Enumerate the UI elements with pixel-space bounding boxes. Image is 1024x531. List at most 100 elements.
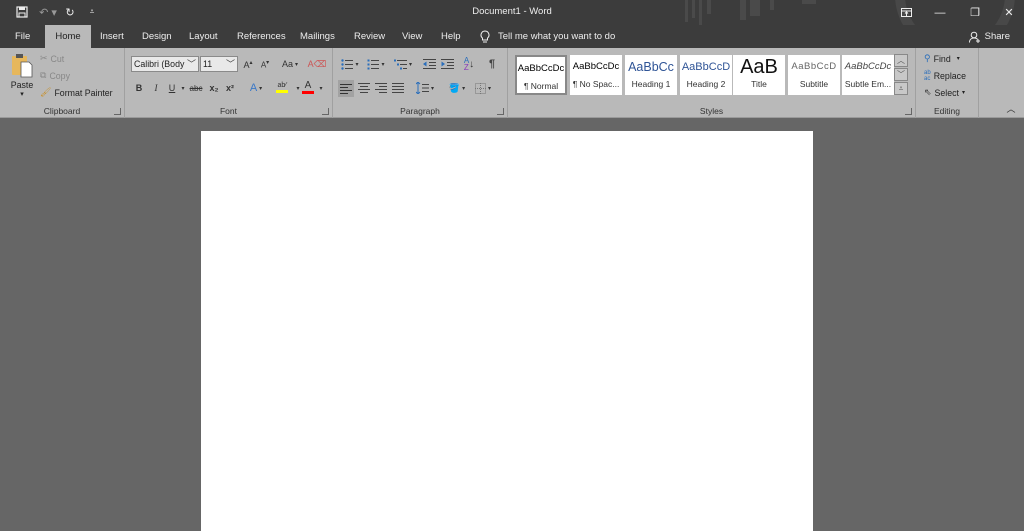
font-size-combo[interactable]: 11 ﹀ — [200, 56, 238, 72]
undo-button[interactable]: ↶ ▾ — [37, 4, 59, 20]
bullets-button[interactable]: ▾ — [339, 56, 361, 72]
replace-button[interactable]: ab ac Replace — [924, 70, 966, 82]
styles-group-label: Styles — [699, 106, 724, 116]
select-label: Select — [934, 87, 959, 98]
highlight-color-button[interactable]: ab⁄ — [271, 79, 293, 95]
font-name-combo[interactable]: Calibri (Body ﹀ — [131, 56, 199, 72]
format-painter-button[interactable]: 🖌 Format Painter — [40, 87, 113, 98]
customize-qat-button[interactable]: ⩡ — [84, 4, 100, 20]
tab-file[interactable]: File — [7, 25, 38, 48]
tell-me-search[interactable]: Tell me what you want to do — [480, 25, 615, 48]
show-formatting-marks-button[interactable]: ¶ — [485, 56, 499, 72]
align-center-button[interactable] — [356, 80, 372, 96]
style-sample: AaBbCcD — [791, 61, 837, 72]
more-icon: ⩡ — [898, 83, 904, 93]
align-left-button[interactable] — [338, 80, 354, 97]
restore-button[interactable]: ❐ — [958, 0, 992, 25]
grow-font-icon: A▴ — [243, 59, 253, 70]
styles-scroll-up-button[interactable]: ︿ — [894, 54, 908, 67]
cut-button[interactable]: ✂ Cut — [40, 53, 64, 64]
paste-dropdown-icon: ▾ — [20, 91, 24, 98]
undo-icon: ↶ ▾ — [39, 6, 57, 19]
style-sample: AaBbCcD — [681, 61, 731, 73]
decrease-indent-button[interactable] — [421, 56, 437, 72]
cut-label: Cut — [50, 53, 65, 64]
tab-review[interactable]: Review — [346, 25, 393, 48]
tab-mailings[interactable]: Mailings — [292, 25, 343, 48]
chevron-down-icon: ▾ — [956, 56, 960, 62]
style-sample: AaBbCc — [628, 60, 674, 74]
ribbon-display-options-button[interactable] — [889, 0, 923, 25]
change-case-button[interactable]: Aa ▾ — [277, 56, 303, 72]
italic-button[interactable]: I — [150, 80, 162, 96]
font-color-dropdown-icon[interactable]: ▾ — [318, 80, 324, 96]
clipboard-dialog-launcher-icon[interactable] — [114, 108, 121, 115]
style-subtitle[interactable]: AaBbCcD Subtitle — [788, 55, 840, 95]
tab-view[interactable]: View — [394, 25, 430, 48]
font-group: Calibri (Body ﹀ 11 ﹀ A▴ A▾ Aa ▾ A⌫ B I U … — [125, 48, 333, 118]
styles-dialog-launcher-icon[interactable] — [905, 108, 912, 115]
copy-button[interactable]: ⧉ Copy — [40, 70, 70, 81]
select-button[interactable]: ⇖ Select ▾ — [924, 87, 965, 98]
borders-button[interactable]: ▾ — [471, 80, 495, 96]
tab-help[interactable]: Help — [433, 25, 469, 48]
style-title[interactable]: AaB Title — [733, 55, 785, 95]
subscript-button[interactable]: x₂ — [207, 80, 221, 96]
paste-button[interactable]: Paste ▾ — [8, 52, 36, 102]
editing-group: ⚲ Find ▾ ab ac Replace ⇖ Select ▾ Editing — [916, 48, 979, 118]
document-title: Document1 - Word — [472, 6, 552, 17]
shrink-font-button[interactable]: A▾ — [258, 56, 272, 72]
font-color-button[interactable]: A — [297, 79, 319, 95]
minimize-button[interactable]: — — [923, 0, 957, 25]
style-no-spacing[interactable]: AaBbCcDc ¶ No Spac... — [570, 55, 622, 95]
tab-home[interactable]: Home — [45, 25, 91, 48]
style-name: Heading 2 — [686, 79, 726, 89]
font-dialog-launcher-icon[interactable] — [322, 108, 329, 115]
chevron-up-icon: ︿ — [1006, 103, 1016, 114]
multilevel-list-button[interactable]: ▾ — [391, 56, 415, 72]
tab-references[interactable]: References — [229, 25, 294, 48]
font-color-bar — [302, 90, 314, 94]
format-painter-icon: 🖌 — [40, 87, 52, 97]
redo-button[interactable]: ↻ — [62, 4, 78, 20]
font-size-value: 11 — [203, 59, 213, 69]
style-normal[interactable]: AaBbCcDc ¶ Normal — [515, 55, 567, 95]
find-button[interactable]: ⚲ Find ▾ — [924, 53, 960, 64]
style-heading-2[interactable]: AaBbCcD Heading 2 — [680, 55, 732, 95]
save-button[interactable] — [14, 4, 30, 20]
underline-dropdown-icon[interactable]: ▾ — [180, 80, 186, 96]
underline-button[interactable]: U — [166, 80, 178, 96]
clipboard-group: Paste ▾ ✂ Cut ⧉ Copy 🖌 Format Painter Cl… — [0, 48, 125, 118]
text-effects-button[interactable]: A ▾ — [245, 80, 267, 96]
style-subtle-emphasis[interactable]: AaBbCcDc Subtle Em... — [842, 55, 894, 95]
tab-layout[interactable]: Layout — [181, 25, 226, 48]
paragraph-dialog-launcher-icon[interactable] — [497, 108, 504, 115]
increase-indent-button[interactable] — [439, 56, 455, 72]
lightbulb-icon — [480, 30, 490, 43]
decrease-indent-icon — [422, 59, 436, 69]
strikethrough-button[interactable]: abc — [188, 80, 204, 96]
share-button[interactable]: Share — [968, 25, 1010, 48]
grow-font-button[interactable]: A▴ — [241, 56, 255, 72]
chevron-down-icon: ▾ — [295, 61, 299, 68]
styles-scroll-down-button[interactable]: ﹀ — [894, 68, 908, 81]
collapse-ribbon-button[interactable]: ︿ — [1005, 100, 1017, 116]
sort-button[interactable]: A Z ↓ — [461, 56, 477, 72]
superscript-button[interactable]: x² — [223, 80, 237, 96]
bold-button[interactable]: B — [133, 80, 145, 96]
numbering-icon — [367, 59, 380, 69]
style-heading-1[interactable]: AaBbCc Heading 1 — [625, 55, 677, 95]
shading-button[interactable]: 🪣 ▾ — [445, 80, 469, 96]
title-bar: ↶ ▾ ↻ ⩡ Document1 - Word — ❐ ✕ — [0, 0, 1024, 48]
styles-more-button[interactable]: ⩡ — [894, 82, 908, 95]
tab-design[interactable]: Design — [134, 25, 180, 48]
tab-insert[interactable]: Insert — [92, 25, 132, 48]
line-spacing-button[interactable]: ▾ — [413, 80, 437, 96]
align-right-button[interactable] — [373, 80, 389, 96]
style-name: Subtle Em... — [844, 79, 892, 89]
document-page[interactable] — [201, 131, 813, 531]
close-button[interactable]: ✕ — [992, 0, 1024, 25]
justify-button[interactable] — [390, 80, 406, 96]
numbering-button[interactable]: ▾ — [365, 56, 387, 72]
clear-formatting-button[interactable]: A⌫ — [308, 56, 327, 72]
